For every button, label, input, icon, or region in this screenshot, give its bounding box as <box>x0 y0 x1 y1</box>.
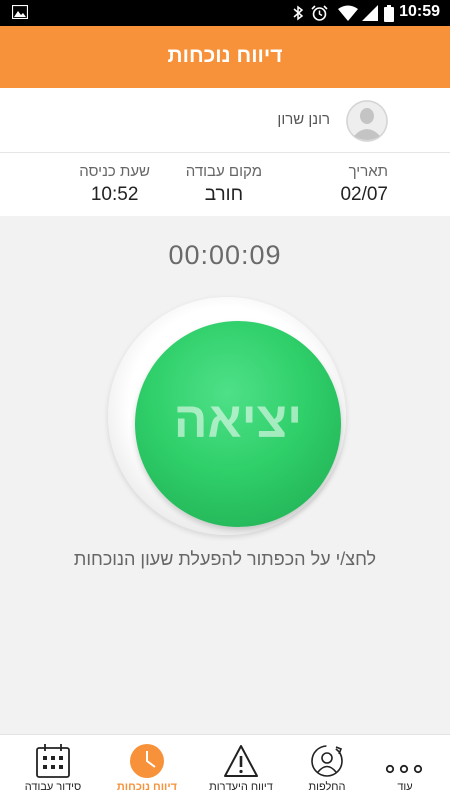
wifi-icon <box>338 5 358 21</box>
workplace-label: מקום עבודה <box>185 163 262 180</box>
workplace-info: מקום עבודה חורב <box>186 163 262 206</box>
more-dots-icon <box>385 764 423 774</box>
clock-icon <box>130 744 164 778</box>
alarm-icon <box>311 5 328 21</box>
nav-schedule-label: סידור עבודה <box>24 781 82 793</box>
battery-icon <box>384 5 394 22</box>
entry-time-info: שעת כניסה 10:52 <box>79 163 150 206</box>
workplace-value: חורב <box>204 184 244 205</box>
date-value: 02/07 <box>340 184 388 205</box>
nav-attendance-label: דיווח נוכחות <box>116 781 178 793</box>
bottom-nav: עוד החלפות דיווח היעדרות דיווח נוכחות סי… <box>0 734 450 801</box>
warning-icon <box>224 745 258 777</box>
user-name: רונן שרון <box>277 111 330 128</box>
hint-text: לחצ/י על הכפתור להפעלת שעון הנוכחות <box>73 549 377 569</box>
user-avatar-icon <box>346 100 388 142</box>
nav-swaps-label: החלפות <box>308 781 346 793</box>
nav-swaps[interactable]: החלפות <box>282 735 372 801</box>
nav-absence-report[interactable]: דיווח היעדרות <box>196 735 286 801</box>
exit-button[interactable]: יציאה <box>135 321 341 527</box>
status-time: 10:59 <box>399 3 440 20</box>
nav-more[interactable]: עוד <box>360 735 450 801</box>
bluetooth-icon <box>293 5 304 21</box>
entry-time-label: שעת כניסה <box>79 163 150 180</box>
elapsed-timer: 00:00:09 <box>168 240 282 270</box>
calendar-icon <box>36 744 70 778</box>
date-info: תאריך 02/07 <box>340 163 388 206</box>
status-bar: 10:59 <box>0 0 450 26</box>
image-icon <box>12 5 28 19</box>
entry-time-value: 10:52 <box>90 184 139 205</box>
nav-absence-label: דיווח היעדרות <box>209 781 273 793</box>
date-label: תאריך <box>348 163 388 180</box>
page-title: דיווח נוכחות <box>167 44 283 67</box>
signal-icon <box>362 5 378 21</box>
app-bar: דיווח נוכחות <box>0 26 450 88</box>
user-row: רונן שרון <box>0 88 450 153</box>
nav-work-schedule[interactable]: סידור עבודה <box>8 735 98 801</box>
nav-attendance-report[interactable]: דיווח נוכחות <box>102 735 192 801</box>
exit-button-label: יציאה <box>173 392 303 448</box>
nav-more-label: עוד <box>397 781 413 793</box>
swap-person-icon <box>311 745 343 777</box>
info-row: תאריך 02/07 מקום עבודה חורב שעת כניסה 10… <box>0 153 450 216</box>
